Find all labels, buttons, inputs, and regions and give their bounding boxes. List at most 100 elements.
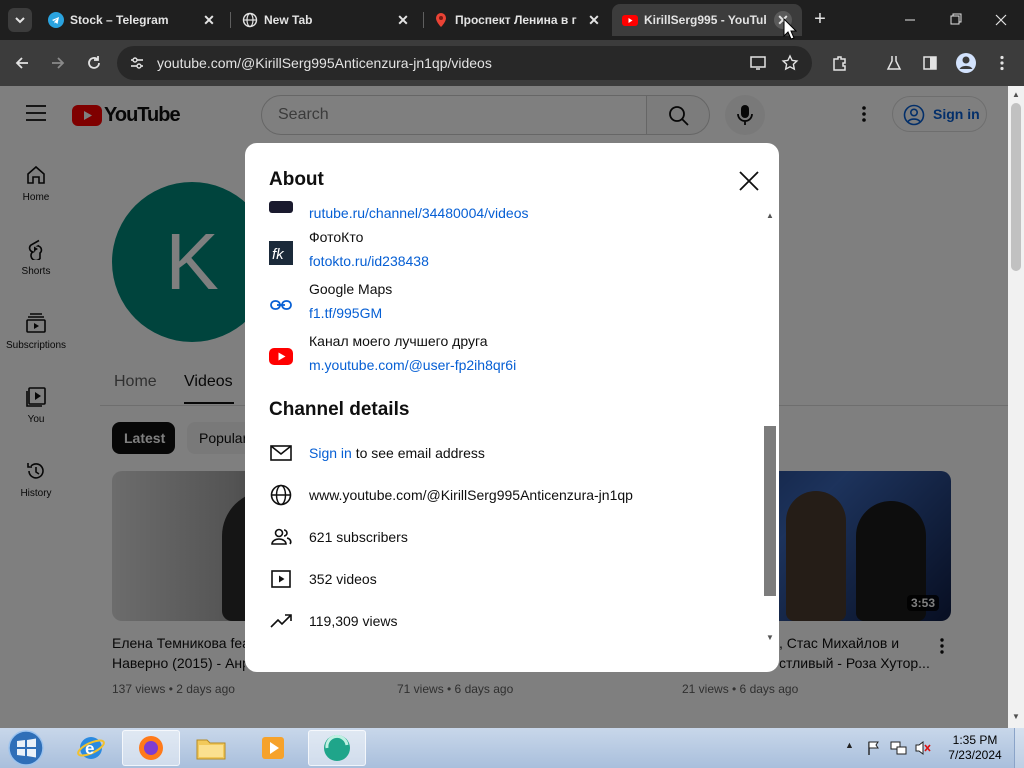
view-count: 119,309 views	[309, 613, 398, 629]
browser-tab-bar: Stock – Telegram ✕ New Tab ✕ Проспект Ле…	[0, 0, 1024, 40]
puzzle-icon	[833, 56, 846, 71]
tab-telegram[interactable]: Stock – Telegram ✕	[38, 4, 228, 36]
tray-show-hidden-icon[interactable]: ▲	[845, 740, 854, 750]
tab-title: Stock – Telegram	[70, 13, 169, 27]
tab-close-icon[interactable]: ✕	[200, 11, 218, 29]
show-desktop-button[interactable]	[1014, 728, 1024, 768]
tab-title: New Tab	[264, 13, 313, 27]
side-panel-button[interactable]	[916, 49, 944, 77]
tab-maps[interactable]: Проспект Ленина в г ✕	[423, 4, 613, 36]
about-dialog: About rutube.ru/channel/34480004/videos …	[245, 143, 779, 672]
dialog-title: About	[269, 169, 324, 190]
arrow-right-icon	[52, 57, 65, 69]
link-icon	[270, 300, 292, 310]
back-button[interactable]	[8, 49, 36, 77]
forward-button[interactable]	[44, 49, 72, 77]
globe-icon	[270, 484, 292, 506]
arrow-left-icon	[15, 57, 28, 69]
scroll-down-arrow[interactable]: ▼	[1012, 712, 1020, 721]
kebab-menu-icon	[1000, 55, 1004, 71]
video-count: 352 videos	[309, 571, 377, 587]
taskbar-chrome-app[interactable]	[308, 730, 366, 766]
windows-taskbar: e ▲ 1:35 PM 7/23/2024	[0, 728, 1024, 768]
mouse-cursor-icon	[783, 18, 797, 40]
network-icon[interactable]	[890, 740, 908, 756]
page-scrollbar-thumb[interactable]	[1011, 103, 1021, 271]
detail-row-url: www.youtube.com/@KirillSerg995Anticenzur…	[269, 483, 749, 507]
url-text[interactable]: youtube.com/@KirillSerg995Anticenzura-jn…	[157, 55, 492, 71]
volume-muted-icon[interactable]	[914, 740, 932, 756]
profile-button[interactable]	[952, 49, 980, 77]
email-text: Sign in to see email address	[309, 445, 485, 461]
taskbar-explorer[interactable]	[182, 730, 240, 766]
rutube-icon	[269, 201, 293, 213]
link-url[interactable]: m.youtube.com/@user-fp2ih8qr6i	[309, 357, 516, 373]
email-hint: to see email address	[351, 445, 485, 461]
extensions-button[interactable]	[826, 49, 854, 77]
youtube-icon	[622, 15, 638, 26]
windows-start-icon	[8, 730, 44, 766]
internet-explorer-icon: e	[77, 737, 105, 759]
channel-url: www.youtube.com/@KirillSerg995Anticenzur…	[309, 487, 633, 503]
close-icon[interactable]	[735, 167, 763, 195]
link-url[interactable]: rutube.ru/channel/34480004/videos	[309, 205, 529, 221]
detail-row-videos: 352 videos	[269, 567, 749, 591]
bookmark-star-icon[interactable]	[781, 54, 799, 72]
sign-in-link[interactable]: Sign in	[309, 445, 352, 461]
detail-row-subscribers: 621 subscribers	[269, 525, 749, 549]
dialog-scroll-down-arrow[interactable]: ▼	[765, 633, 775, 643]
start-button[interactable]	[6, 729, 46, 767]
minimize-button[interactable]	[896, 10, 924, 30]
clock-time: 1:35 PM	[952, 733, 998, 747]
folder-icon	[196, 739, 226, 760]
telegram-icon	[48, 12, 64, 28]
tab-divider	[230, 12, 231, 28]
browser-menu-button[interactable]	[988, 49, 1016, 77]
site-settings-icon[interactable]	[129, 55, 145, 71]
dialog-scroll-up-arrow[interactable]: ▲	[765, 211, 775, 221]
svg-text:fk: fk	[272, 246, 285, 263]
reload-button[interactable]	[80, 49, 108, 77]
side-panel-icon	[923, 56, 937, 70]
app-globe-icon	[324, 734, 350, 761]
new-tab-button[interactable]: +	[808, 8, 832, 32]
globe-icon	[242, 12, 258, 28]
map-pin-icon	[436, 13, 446, 27]
cast-icon[interactable]	[749, 54, 767, 72]
people-icon	[271, 528, 292, 545]
tab-search-button[interactable]	[8, 8, 32, 32]
video-icon	[271, 570, 291, 588]
tab-youtube[interactable]: KirillSerg995 - YouTub ✕	[612, 4, 802, 36]
taskbar-media-player[interactable]	[244, 730, 302, 766]
tab-close-icon[interactable]: ✕	[585, 11, 603, 29]
scroll-up-arrow[interactable]: ▲	[1012, 90, 1020, 99]
detail-row-email: Sign in to see email address	[269, 441, 749, 465]
dialog-scrollbar-thumb[interactable]	[764, 426, 776, 596]
labs-button[interactable]	[880, 49, 908, 77]
flag-icon[interactable]	[866, 740, 882, 756]
close-window-button[interactable]	[987, 10, 1015, 30]
link-name: ФотоКто	[309, 229, 364, 245]
fotokto-icon: fk	[269, 241, 293, 265]
tab-title: Проспект Ленина в г	[455, 13, 577, 27]
reload-icon	[88, 56, 100, 69]
youtube-icon	[269, 348, 293, 365]
mail-icon	[270, 445, 292, 461]
clock-date: 7/23/2024	[948, 748, 1002, 762]
detail-row-views: 119,309 views	[269, 609, 749, 633]
tab-title: KirillSerg995 - YouTub	[644, 13, 766, 27]
flask-icon	[886, 56, 902, 70]
taskbar-ie[interactable]: e	[62, 730, 120, 766]
system-clock[interactable]: 1:35 PM 7/23/2024	[940, 733, 1010, 763]
link-url[interactable]: fotokto.ru/id238438	[309, 253, 429, 269]
restore-button[interactable]	[942, 10, 970, 30]
tab-close-icon[interactable]: ✕	[394, 11, 412, 29]
link-name: Канал моего лучшего друга	[309, 333, 488, 349]
tab-new-tab[interactable]: New Tab ✕	[232, 4, 422, 36]
link-url[interactable]: f1.tf/995GM	[309, 305, 382, 321]
firefox-icon	[139, 736, 163, 760]
taskbar-firefox[interactable]	[122, 730, 180, 766]
media-player-icon	[262, 737, 284, 759]
address-bar[interactable]: youtube.com/@KirillSerg995Anticenzura-jn…	[117, 46, 812, 80]
profile-icon	[956, 53, 976, 73]
